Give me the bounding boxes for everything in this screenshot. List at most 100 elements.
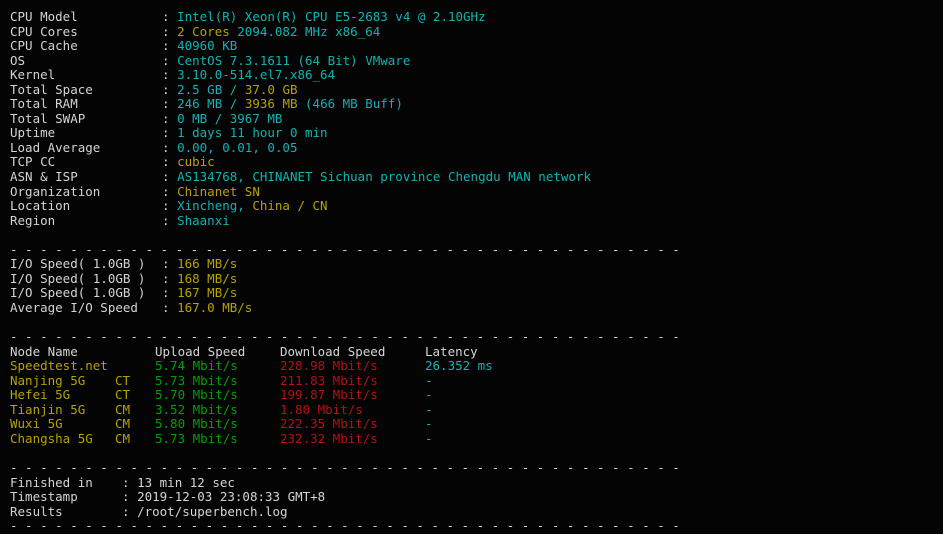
speedtest-upload-speed: 5.80 Mbit/s <box>155 416 238 432</box>
separator-line-middle: - - - - - - - - - - - - - - - - - - - - … <box>10 329 680 345</box>
speedtest-latency: - <box>425 401 433 417</box>
footer-label: Results <box>10 503 63 519</box>
footer-section: Finished in: 13 min 12 sec Timestamp: 201… <box>10 474 943 520</box>
speedtest-latency: - <box>425 387 433 403</box>
speedtest-upload-speed: 3.52 Mbit/s <box>155 401 238 417</box>
io-speed-colon: : <box>162 299 178 315</box>
speedtest-upload-speed: 5.70 Mbit/s <box>155 387 238 403</box>
terminal-window: CPU Model: Intel(R) Xeon(R) CPU E5-2683 … <box>0 0 943 532</box>
info-row-label: Total SWAP <box>10 110 86 126</box>
info-row-label: Kernel <box>10 67 56 83</box>
speedtest-node-name: Hefei 5G <box>10 387 71 403</box>
info-row: Total RAM: 246 MB / 3936 MB (466 MB Buff… <box>10 97 943 112</box>
info-row-value: 246 MB <box>177 96 230 112</box>
speedtest-upload-speed: 5.73 Mbit/s <box>155 430 238 446</box>
info-row: Location: Xincheng, China / CN <box>10 198 943 214</box>
info-row-label: Region <box>10 212 56 228</box>
info-row: Load Average: 0.00, 0.01, 0.05 <box>10 139 943 156</box>
io-speed-row: I/O Speed( 1.0GB ): 168 MB/s <box>10 270 943 287</box>
speedtest-carrier-code: CT <box>115 372 131 388</box>
info-row: ASN & ISP: AS134768, CHINANET Sichuan pr… <box>10 169 943 185</box>
info-row: Total Space: 2.5 GB / 37.0 GB <box>10 81 943 98</box>
footer-row: Finished in: 13 min 12 sec <box>10 474 943 491</box>
speedtest-header-node: Node Name <box>10 343 78 359</box>
speedtest-upload-speed: 5.74 Mbit/s <box>155 358 238 374</box>
footer-colon: : <box>122 503 138 519</box>
speedtest-download-speed: 199.87 Mbit/s <box>280 387 378 403</box>
footer-row: Results: /root/superbench.log <box>10 503 943 520</box>
footer-label: Timestamp <box>10 489 78 505</box>
speedtest-row: Speedtest.net 5.74 Mbit/s 228.98 Mbit/s 26.… <box>10 359 943 374</box>
io-speed-value: 166 MB/s <box>177 256 238 272</box>
separator-line-footer-top: - - - - - - - - - - - - - - - - - - - - … <box>10 459 680 475</box>
speedtest-latency: 26.352 ms <box>425 358 493 374</box>
info-row-value: 3.10.0-514.el7.x86_64 <box>177 67 336 83</box>
info-row-label: OS <box>10 52 26 68</box>
info-row-colon: : <box>162 52 178 68</box>
speedtest-node-name: Changsha 5G <box>10 430 93 446</box>
info-row-value: Xincheng, <box>177 198 253 214</box>
speedtest-header-upload: Upload Speed <box>155 343 246 359</box>
info-row-value: 37.0 GB <box>244 81 298 97</box>
info-row-colon: : <box>162 183 178 199</box>
io-speed-row: I/O Speed( 1.0GB ): 166 MB/s <box>10 257 943 272</box>
speedtest-download-speed: 222.35 Mbit/s <box>280 416 378 432</box>
info-row: Total SWAP: 0 MB / 3967 MB <box>10 110 943 127</box>
info-row-colon: : <box>162 169 178 185</box>
io-speed-value: 167.0 MB/s <box>177 299 253 315</box>
info-row-label: Location <box>10 198 71 214</box>
speedtest-node-name: Nanjing 5G <box>10 372 86 388</box>
info-row-value: 2094.082 MHz x86_64 <box>237 23 381 39</box>
info-row-value: 0.00, 0.01, 0.05 <box>177 139 298 155</box>
footer-colon: : <box>122 474 138 490</box>
separator-line-bottom: - - - - - - - - - - - - - - - - - - - - … <box>10 518 680 534</box>
info-row: Uptime: 1 days 11 hour 0 min <box>10 126 943 141</box>
separator-line-top: - - - - - - - - - - - - - - - - - - - - … <box>10 241 680 257</box>
info-row-label: Organization <box>10 183 101 199</box>
info-row: CPU Model: Intel(R) Xeon(R) CPU E5-2683 … <box>10 9 943 25</box>
speedtest-carrier-code: CM <box>115 430 131 446</box>
footer-value: 2019-12-03 23:08:33 GMT+8 <box>137 489 326 505</box>
speedtest-node-name: Wuxi 5G <box>10 416 63 432</box>
speedtest-download-speed: 1.80 Mbit/s <box>280 401 363 417</box>
info-row: TCP CC: cubic <box>10 155 943 170</box>
speedtest-upload-speed: 5.73 Mbit/s <box>155 372 238 388</box>
footer-colon: : <box>122 489 138 505</box>
speedtest-row: Nanjing 5G CT 5.73 Mbit/s 211.83 Mbit/s - <box>10 372 943 389</box>
info-row-value: / <box>229 81 245 97</box>
footer-label: Finished in <box>10 474 93 490</box>
footer-value: /root/superbench.log <box>137 503 288 519</box>
info-row-value: (466 MB Buff) <box>305 96 403 112</box>
info-row-value: Shaanxi <box>177 212 230 228</box>
footer-row: Timestamp: 2019-12-03 23:08:33 GMT+8 <box>10 489 943 505</box>
speedtest-carrier-code: CM <box>115 416 131 432</box>
info-row-value: 2 Cores <box>177 23 238 39</box>
info-row-label: Load Average <box>10 139 101 155</box>
info-row-label: Total Space <box>10 81 93 97</box>
info-row-colon: : <box>162 67 178 83</box>
info-row: CPU Cache: 40960 KB <box>10 38 943 54</box>
info-row: Region: Shaanxi <box>10 212 943 229</box>
speedtest-latency: - <box>425 416 433 432</box>
info-row-colon: : <box>162 154 178 170</box>
speedtest-node-name: Tianjin 5G <box>10 401 86 417</box>
info-row-value: CentOS 7.3.1611 (64 Bit) VMware <box>177 52 411 68</box>
info-row-colon: : <box>162 38 178 54</box>
info-row-colon: : <box>162 96 178 112</box>
info-row-value: China / CN <box>252 198 328 214</box>
io-speed-colon: : <box>162 270 178 286</box>
speedtest-download-speed: 232.32 Mbit/s <box>280 430 378 446</box>
info-row-colon: : <box>162 139 178 155</box>
info-row-colon: : <box>162 125 178 141</box>
info-row: Organization: Chinanet SN <box>10 183 943 200</box>
io-speed-label: Average I/O Speed <box>10 299 138 315</box>
info-row-colon: : <box>162 81 178 97</box>
io-speed-colon: : <box>162 285 178 301</box>
io-speed-label: I/O Speed( 1.0GB ) <box>10 256 146 272</box>
info-row-value: AS134768, CHINANET Sichuan province Chen… <box>177 169 591 185</box>
speedtest-carrier-code: CM <box>115 401 131 417</box>
info-row-value: Intel(R) Xeon(R) CPU E5-2683 v4 @ 2.10GH… <box>177 9 486 24</box>
info-row-label: Total RAM <box>10 96 78 112</box>
